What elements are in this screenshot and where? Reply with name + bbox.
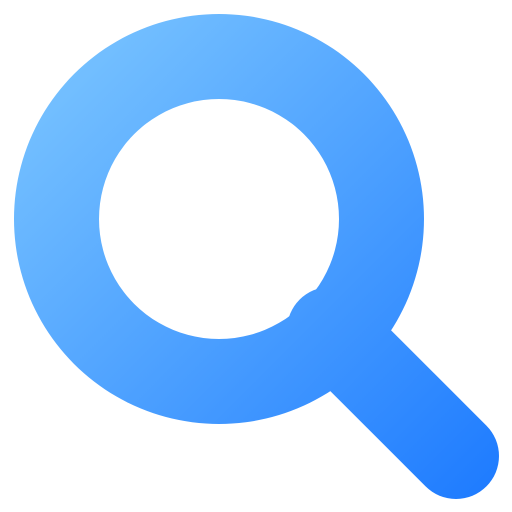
search-icon-container xyxy=(0,0,512,512)
search-icon-ring xyxy=(13,14,424,424)
search-icon xyxy=(13,14,499,499)
